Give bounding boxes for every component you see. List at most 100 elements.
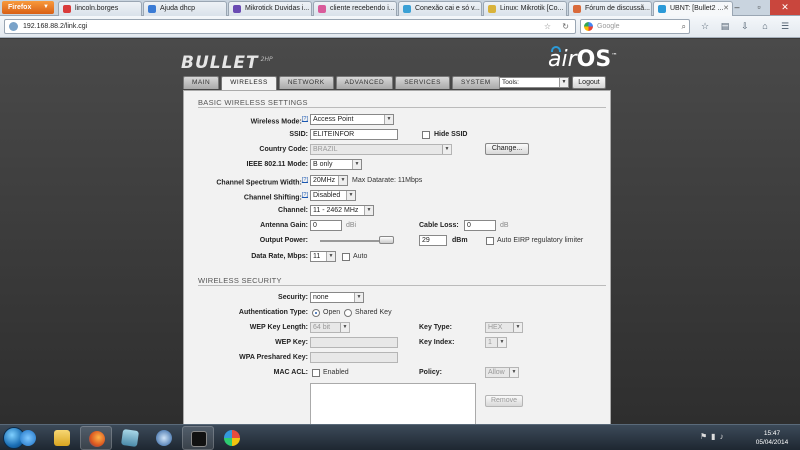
folder-icon [54,430,70,446]
tab-favicon-icon [658,5,666,13]
section-divider [198,285,606,286]
firefox-menu-button[interactable]: Firefox ▼ [2,1,54,14]
browser-tab-title: Ajuda dhcp [160,5,196,12]
chevron-down-icon: ▼ [326,252,335,261]
auth-shared-radio[interactable] [344,309,352,317]
menu-icon[interactable]: ☰ [778,20,792,33]
browser-tab[interactable]: Fórum de discussã... [568,1,652,16]
chevron-down-icon: ▼ [513,323,522,332]
cable-loss-label: Cable Loss: [419,222,459,229]
auth-shared-label: Shared Key [355,309,392,316]
browser-tab[interactable]: Linux: Mikrotik [Co... [483,1,567,16]
address-bar[interactable]: 192.168.88.2/link.cgi ☆ ↻ [4,19,576,34]
volume-icon[interactable]: ♪ [720,432,724,441]
taskbar-explorer[interactable] [46,426,78,450]
tab-favicon-icon [233,5,241,13]
output-power-slider-handle[interactable] [379,236,394,244]
auto-eirp-label: Auto EIRP regulatory limiter [497,237,584,244]
wifi-icon [551,46,561,52]
tab-network[interactable]: NETWORK [278,76,334,89]
browser-tab[interactable]: Conexão cai e só v... [398,1,482,16]
tab-system[interactable]: SYSTEM [451,76,500,89]
help-icon[interactable]: [?] [302,116,308,122]
wep-key-length-select[interactable]: 64 bit ▼ [310,322,350,333]
tab-main[interactable]: MAIN [183,76,220,89]
reload-icon[interactable]: ↻ [562,20,569,33]
wpa-key-input[interactable] [310,352,398,363]
cable-loss-unit: dB [500,222,509,229]
spectrum-width-value: 20MHz [313,177,336,184]
bookmark-star-icon[interactable]: ☆ [544,20,551,33]
wpa-key-label: WPA Preshared Key: [239,354,308,361]
channel-shifting-select[interactable]: Disabled ▼ [310,190,356,201]
output-power-input[interactable]: 29 [419,235,447,246]
taskbar-app[interactable] [114,426,146,450]
country-code-select[interactable]: BRAZIL ▼ [310,144,452,155]
window-close-icon[interactable]: ✕ [770,0,800,15]
taskbar-winbox[interactable] [148,426,180,450]
auth-open-radio[interactable] [312,309,320,317]
browser-tab[interactable]: lincoln.borges [58,1,142,16]
brand-os: OS [576,47,612,72]
flag-icon[interactable]: ⚑ [700,432,707,441]
output-power-label: Output Power: [259,237,308,244]
spectrum-width-select[interactable]: 20MHz ▼ [310,175,348,186]
wep-key-input[interactable] [310,337,398,348]
help-icon[interactable]: [?] [302,177,308,183]
clipboard-icon[interactable]: ▤ [718,20,732,33]
channel-shifting-value: Disabled [313,192,341,199]
tab-advanced[interactable]: ADVANCED [335,76,394,89]
wireless-mode-value: Access Point [313,116,354,123]
wireless-mode-select[interactable]: Access Point ▼ [310,114,394,125]
window-controls: – ▫ ✕ [726,0,800,15]
paint-icon [224,430,240,446]
browser-tab[interactable]: cliente recebendo i... [313,1,397,16]
chevron-down-icon: ▼ [364,206,373,215]
browser-tab[interactable]: Ajuda dhcp [143,1,227,16]
browser-tab[interactable]: Mikrotick Duvidas i... [228,1,312,16]
search-input[interactable]: Google ⌕ [580,19,690,34]
output-power-unit: dBm [452,237,468,244]
tools-select[interactable]: Tools: ▼ [499,77,569,88]
policy-select[interactable]: Allow ▼ [485,367,519,378]
key-type-select[interactable]: HEX ▼ [485,322,523,333]
search-icon[interactable]: ⌕ [682,20,686,33]
policy-value: Allow [488,369,505,376]
hide-ssid-checkbox[interactable] [422,131,430,139]
help-icon[interactable]: [?] [302,192,308,198]
browser-tab-active[interactable]: UBNT: [Bullet2 ... ✕ [653,1,733,16]
ssid-input[interactable]: ELITEINFOR [310,129,398,140]
toolbar-icons: ☆ ▤ ⇩ ⌂ ☰ [698,20,792,33]
data-rate-label: Data Rate, Mbps: [251,253,308,260]
bookmark-star-icon[interactable]: ☆ [698,20,712,33]
maximize-icon[interactable]: ▫ [748,0,770,15]
security-select[interactable]: none ▼ [310,292,364,303]
taskbar-terminal[interactable] [182,426,214,450]
key-index-select[interactable]: 1 ▼ [485,337,507,348]
data-rate-auto-checkbox[interactable] [342,253,350,261]
mac-acl-list[interactable] [310,383,476,424]
tab-wireless[interactable]: WIRELESS [221,76,277,90]
antenna-gain-input[interactable]: 0 [310,220,342,231]
tab-services[interactable]: SERVICES [395,76,450,89]
mac-acl-checkbox[interactable] [312,369,320,377]
logout-button[interactable]: Logout [572,76,606,89]
ieee-mode-select[interactable]: B only ▼ [310,159,362,170]
network-icon[interactable]: ▮ [711,432,715,441]
taskbar-firefox[interactable] [80,426,112,450]
taskbar-ie[interactable] [12,426,44,450]
data-rate-select[interactable]: 11 ▼ [310,251,336,262]
channel-select[interactable]: 11 - 2462 MHz ▼ [310,205,374,216]
remove-mac-button[interactable]: Remove [485,395,523,407]
cable-loss-input[interactable]: 0 [464,220,496,231]
change-country-button[interactable]: Change... [485,143,529,155]
home-icon[interactable]: ⌂ [758,20,772,33]
hide-ssid-label: Hide SSID [434,131,468,138]
taskbar-paint[interactable] [216,426,248,450]
clock[interactable]: 15:47 05/04/2014 [748,429,796,447]
auto-eirp-checkbox[interactable] [486,237,494,245]
airos-page: BULLET 2HP airOS™ MAIN WIRELESS NETWORK A… [0,39,800,424]
download-icon[interactable]: ⇩ [738,20,752,33]
minimize-icon[interactable]: – [726,0,748,15]
ieee-mode-label: IEEE 802.11 Mode: [246,161,308,168]
